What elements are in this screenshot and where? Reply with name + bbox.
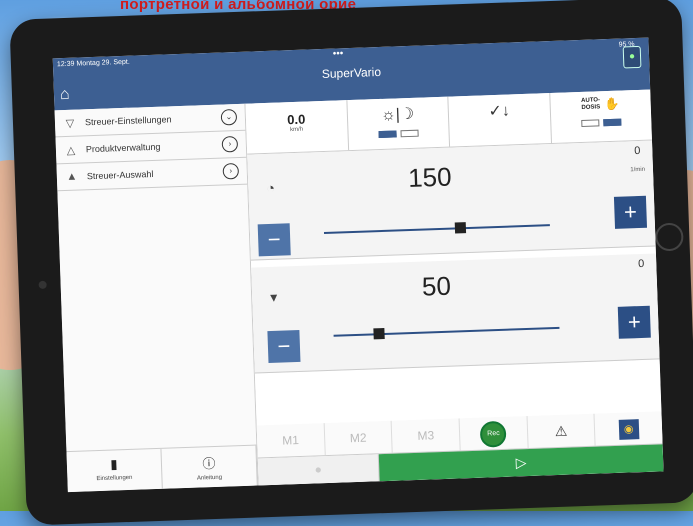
sidebar: ▽ Streuer-Einstellungen ⌄ △ Produktverwa… <box>54 103 259 493</box>
rpm-plus-button[interactable]: + <box>613 195 648 229</box>
beacon-icon: ⚠ <box>554 422 568 440</box>
chevron-right-icon[interactable]: › <box>221 135 239 153</box>
device-icon[interactable]: ● <box>622 45 642 69</box>
headlight-icon: ◉ <box>618 418 640 440</box>
selection-icon: ▲ <box>66 170 78 183</box>
chevron-right-icon[interactable]: › <box>222 162 240 180</box>
speed-tile: 0.0 km/h <box>245 100 349 154</box>
m3-button[interactable]: M3 <box>391 418 461 453</box>
rpm-minus-button[interactable]: − <box>257 223 291 257</box>
rate-plus-button[interactable]: + <box>617 305 651 339</box>
rpm-actual: 0 <box>634 144 641 158</box>
home-icon[interactable]: ⌂ <box>60 86 70 104</box>
rpm-slider-track[interactable] <box>323 222 550 235</box>
day-night-icon: ☼|☽ <box>380 105 415 124</box>
night-indicator <box>400 129 419 138</box>
status-date: Montag 29. Sept. <box>76 58 130 68</box>
camera <box>38 280 47 290</box>
screen: 12:39 Montag 29. Sept. ••• 95 % SuperVar… <box>52 37 664 493</box>
sidebar-item-label: Produktverwaltung <box>85 141 161 155</box>
spread-icon: ▾ <box>269 288 278 305</box>
sidebar-item-streuer-auswahl[interactable]: ▲ Streuer-Auswahl › <box>56 157 248 192</box>
rate-actual: 0 <box>637 257 645 271</box>
info-icon: ⓘ <box>202 455 216 472</box>
status-time: 12:39 <box>56 60 75 69</box>
rpm-slider-thumb[interactable] <box>454 222 466 234</box>
nav-label: Einstellungen <box>96 474 133 483</box>
main-panel: 0.0 km/h ☼|☽ ✓↓ AUTO- DOSIS ✋ ◔ 150 0 1/… <box>245 89 664 486</box>
rate-panel: ▾ 50 0 − + <box>251 253 660 374</box>
gauge-icon: ◔ <box>266 179 276 197</box>
app-title: SuperVario <box>321 64 382 82</box>
calibration-tile[interactable]: ✓↓ <box>448 93 552 147</box>
sidebar-item-label: Streuer-Auswahl <box>86 168 154 182</box>
day-indicator <box>378 130 397 139</box>
auto-indicator <box>580 119 600 127</box>
spreader-icon: ▽ <box>65 117 75 130</box>
product-icon: △ <box>66 144 76 157</box>
rate-slider-track[interactable] <box>333 326 560 340</box>
rate-slider-thumb[interactable] <box>373 327 385 340</box>
multitask-dots[interactable]: ••• <box>333 48 344 59</box>
status-bar: 12:39 Montag 29. Sept. <box>57 59 130 69</box>
nav-label: Anleitung <box>196 474 223 482</box>
m1-button[interactable]: M1 <box>256 423 326 458</box>
nav-anleitung[interactable]: ⓘ Anleitung <box>161 445 258 489</box>
rpm-panel: ◔ 150 0 1/min − + <box>247 140 656 261</box>
manual-indicator <box>602 118 622 127</box>
spreader-ghost-icon[interactable]: ● <box>257 454 380 486</box>
autodosis-label: AUTO- DOSIS <box>581 97 601 111</box>
hand-icon: ✋ <box>604 96 620 112</box>
light-button[interactable]: ◉ <box>595 411 663 445</box>
rec-label: Rec <box>480 420 507 448</box>
autodosis-tile[interactable]: AUTO- DOSIS ✋ <box>550 90 652 143</box>
sidebar-item-label: Streuer-Einstellungen <box>84 114 172 128</box>
rate-setpoint: 50 <box>421 270 452 302</box>
play-icon: ▷ <box>515 454 527 471</box>
rpm-setpoint: 150 <box>407 161 453 194</box>
rate-minus-button[interactable]: − <box>267 329 301 364</box>
nav-einstellungen[interactable]: ▮ Einstellungen <box>66 448 163 493</box>
calibration-icon: ✓↓ <box>488 102 511 121</box>
rpm-unit: 1/min <box>630 166 646 174</box>
rec-button[interactable]: Rec <box>459 416 529 451</box>
bottom-nav: ▮ Einstellungen ⓘ Anleitung <box>66 444 258 493</box>
chevron-down-icon[interactable]: ⌄ <box>220 109 238 126</box>
tablet-device: 12:39 Montag 29. Sept. ••• 95 % SuperVar… <box>9 0 693 526</box>
m2-button[interactable]: M2 <box>324 420 394 456</box>
alarm-button[interactable]: ⚠ <box>527 413 596 449</box>
day-night-tile[interactable]: ☼|☽ <box>346 96 451 151</box>
home-hardware-button[interactable] <box>654 222 684 252</box>
tablet-icon: ▮ <box>110 456 118 472</box>
